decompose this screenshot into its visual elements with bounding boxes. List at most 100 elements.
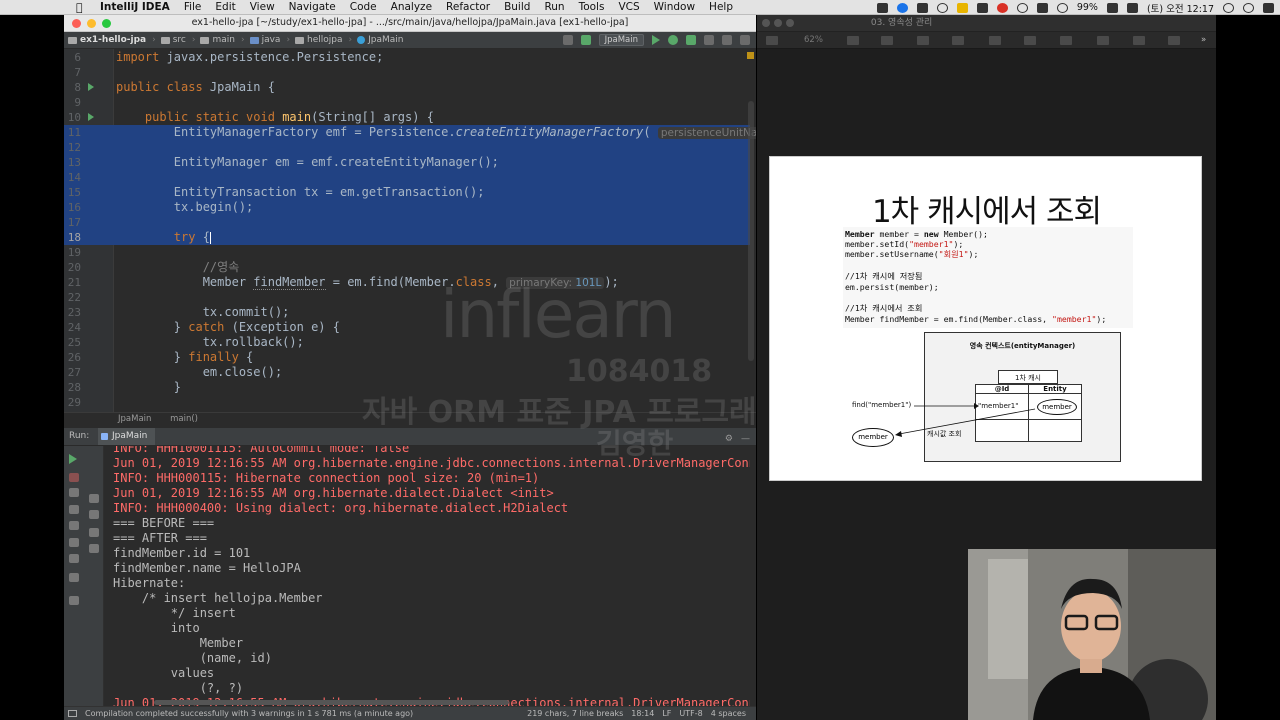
menu-file[interactable]: File bbox=[184, 1, 202, 13]
code-line[interactable]: 10 public static void main(String[] args… bbox=[64, 110, 750, 125]
line-number[interactable]: 29 bbox=[64, 395, 81, 410]
line-number[interactable]: 8 bbox=[64, 80, 81, 95]
console-line[interactable]: === AFTER === bbox=[113, 531, 207, 546]
crumb-java[interactable]: java bbox=[249, 35, 280, 45]
line-number[interactable]: 14 bbox=[64, 170, 81, 185]
line-number[interactable]: 9 bbox=[64, 95, 81, 110]
zoom-select[interactable]: 62% bbox=[804, 32, 823, 49]
console-line[interactable]: into bbox=[113, 621, 200, 636]
code-line[interactable]: 6 import javax.persistence.Persistence; bbox=[64, 50, 750, 65]
crumb-project[interactable]: ex1-hello-jpa bbox=[68, 35, 146, 45]
code-text[interactable]: } finally { bbox=[116, 350, 253, 365]
record-icon[interactable] bbox=[996, 2, 1008, 13]
code-line[interactable]: 25 tx.rollback(); bbox=[64, 335, 750, 350]
coverage-icon[interactable] bbox=[686, 35, 696, 45]
user-icon[interactable] bbox=[1243, 2, 1254, 13]
console-line[interactable]: */ insert bbox=[113, 606, 236, 621]
menu-refactor[interactable]: Refactor bbox=[446, 1, 490, 13]
menu-list-icon[interactable] bbox=[1263, 2, 1274, 13]
code-text[interactable]: EntityManagerFactory emf = Persistence.c… bbox=[116, 125, 756, 141]
gutter-run-icon[interactable] bbox=[88, 83, 94, 91]
keynote-live-icon[interactable] bbox=[917, 36, 929, 45]
console-line[interactable]: === BEFORE === bbox=[113, 516, 214, 531]
camera-icon[interactable] bbox=[69, 521, 79, 530]
hammer-icon[interactable] bbox=[580, 35, 591, 45]
caret-position[interactable]: 18:14 bbox=[631, 707, 654, 720]
line-number[interactable]: 22 bbox=[64, 290, 81, 305]
code-text[interactable]: Member findMember = em.find(Member.class… bbox=[116, 275, 619, 291]
run-icon[interactable] bbox=[652, 35, 660, 45]
line-number[interactable]: 24 bbox=[64, 320, 81, 335]
run-console[interactable]: INFO: HHH10001115: AutoCommit mode: fals… bbox=[104, 446, 750, 706]
scroll-to-end-icon[interactable] bbox=[69, 596, 79, 605]
console-line[interactable]: findMember.name = HelloJPA bbox=[113, 561, 301, 576]
clock[interactable]: (토) 오전 12:17 bbox=[1147, 1, 1214, 15]
warning-marker[interactable] bbox=[747, 52, 754, 59]
menu-build[interactable]: Build bbox=[504, 1, 530, 13]
line-number[interactable]: 27 bbox=[64, 365, 81, 380]
apple-icon[interactable]:  bbox=[76, 1, 90, 14]
code-text[interactable]: import javax.persistence.Persistence; bbox=[116, 50, 383, 65]
code-text[interactable]: try { bbox=[116, 230, 211, 245]
minimize-window-button[interactable] bbox=[87, 19, 96, 28]
pause-icon[interactable] bbox=[69, 505, 79, 514]
crumb-class[interactable]: JpaMain bbox=[357, 35, 404, 45]
code-line[interactable]: 21 Member findMember = em.find(Member.cl… bbox=[64, 275, 750, 290]
editor-scrollbar[interactable] bbox=[748, 101, 754, 361]
zoom-window-button[interactable] bbox=[102, 19, 111, 28]
add-slide-icon[interactable] bbox=[847, 36, 859, 45]
chrome-icon[interactable] bbox=[896, 2, 908, 13]
table-icon[interactable] bbox=[952, 36, 964, 45]
code-line[interactable]: 12 bbox=[64, 140, 750, 155]
code-text[interactable]: tx.rollback(); bbox=[116, 335, 304, 350]
slide-canvas[interactable]: 1차 캐시에서 조회 Member member = new Member();… bbox=[769, 156, 1202, 481]
code-line[interactable]: 17 bbox=[64, 215, 750, 230]
search-icon[interactable] bbox=[1223, 2, 1234, 13]
code-line[interactable]: 16 tx.begin(); bbox=[64, 200, 750, 215]
code-line[interactable]: 11 EntityManagerFactory emf = Persistenc… bbox=[64, 125, 756, 140]
code-line[interactable]: 9 bbox=[64, 95, 750, 110]
menu-tools[interactable]: Tools bbox=[579, 1, 605, 13]
crumb-package[interactable]: hellojpa bbox=[295, 35, 343, 45]
format-icon[interactable] bbox=[1168, 36, 1180, 45]
console-line[interactable]: (?, ?) bbox=[113, 681, 243, 696]
shape-icon[interactable] bbox=[1060, 36, 1072, 45]
menu-run[interactable]: Run bbox=[544, 1, 564, 13]
print-icon[interactable] bbox=[89, 528, 99, 537]
debug-icon[interactable] bbox=[668, 35, 678, 45]
media-icon[interactable] bbox=[1097, 36, 1109, 45]
file-encoding[interactable]: UTF-8 bbox=[679, 707, 702, 720]
note-icon[interactable] bbox=[956, 2, 968, 13]
play-icon[interactable] bbox=[881, 36, 893, 45]
code-line[interactable]: 18 try { bbox=[64, 230, 750, 245]
code-text[interactable]: public static void main(String[] args) { bbox=[116, 110, 434, 125]
wifi-icon[interactable] bbox=[1056, 2, 1068, 13]
code-text[interactable]: } catch (Exception e) { bbox=[116, 320, 340, 335]
text-icon[interactable] bbox=[1024, 36, 1036, 45]
comment-icon[interactable] bbox=[1133, 36, 1145, 45]
code-text[interactable]: public class JpaMain { bbox=[116, 80, 275, 95]
line-number[interactable]: 28 bbox=[64, 380, 81, 395]
line-number[interactable]: 12 bbox=[64, 140, 81, 155]
lock-icon[interactable] bbox=[1016, 2, 1028, 13]
code-text[interactable]: } bbox=[116, 380, 181, 395]
close-window-button[interactable] bbox=[72, 19, 81, 28]
console-line[interactable]: Jun 01, 2019 12:16:55 AM org.hibernate.d… bbox=[113, 486, 554, 501]
project-structure-icon[interactable] bbox=[722, 35, 732, 45]
status-message[interactable]: Compilation completed successfully with … bbox=[85, 707, 413, 720]
zoom-window-button[interactable] bbox=[786, 18, 794, 27]
menu-app-name[interactable]: IntelliJ IDEA bbox=[100, 1, 170, 13]
run-config-select[interactable]: JpaMain bbox=[598, 34, 644, 46]
crumb-src[interactable]: src bbox=[160, 35, 186, 45]
code-text[interactable]: EntityTransaction tx = em.getTransaction… bbox=[116, 185, 485, 200]
line-number[interactable]: 18 bbox=[64, 230, 81, 245]
crumb-method-name[interactable]: main() bbox=[170, 414, 198, 424]
menu-help[interactable]: Help bbox=[709, 1, 733, 13]
stop-icon[interactable] bbox=[704, 35, 714, 45]
input-source-icon[interactable] bbox=[1126, 2, 1138, 13]
code-editor[interactable]: 6 import javax.persistence.Persistence; 7 8… bbox=[64, 49, 756, 412]
google-icon[interactable] bbox=[916, 2, 928, 13]
code-line[interactable]: 7 bbox=[64, 65, 750, 80]
code-line[interactable]: 27 em.close(); bbox=[64, 365, 750, 380]
build-icon[interactable] bbox=[562, 35, 573, 45]
